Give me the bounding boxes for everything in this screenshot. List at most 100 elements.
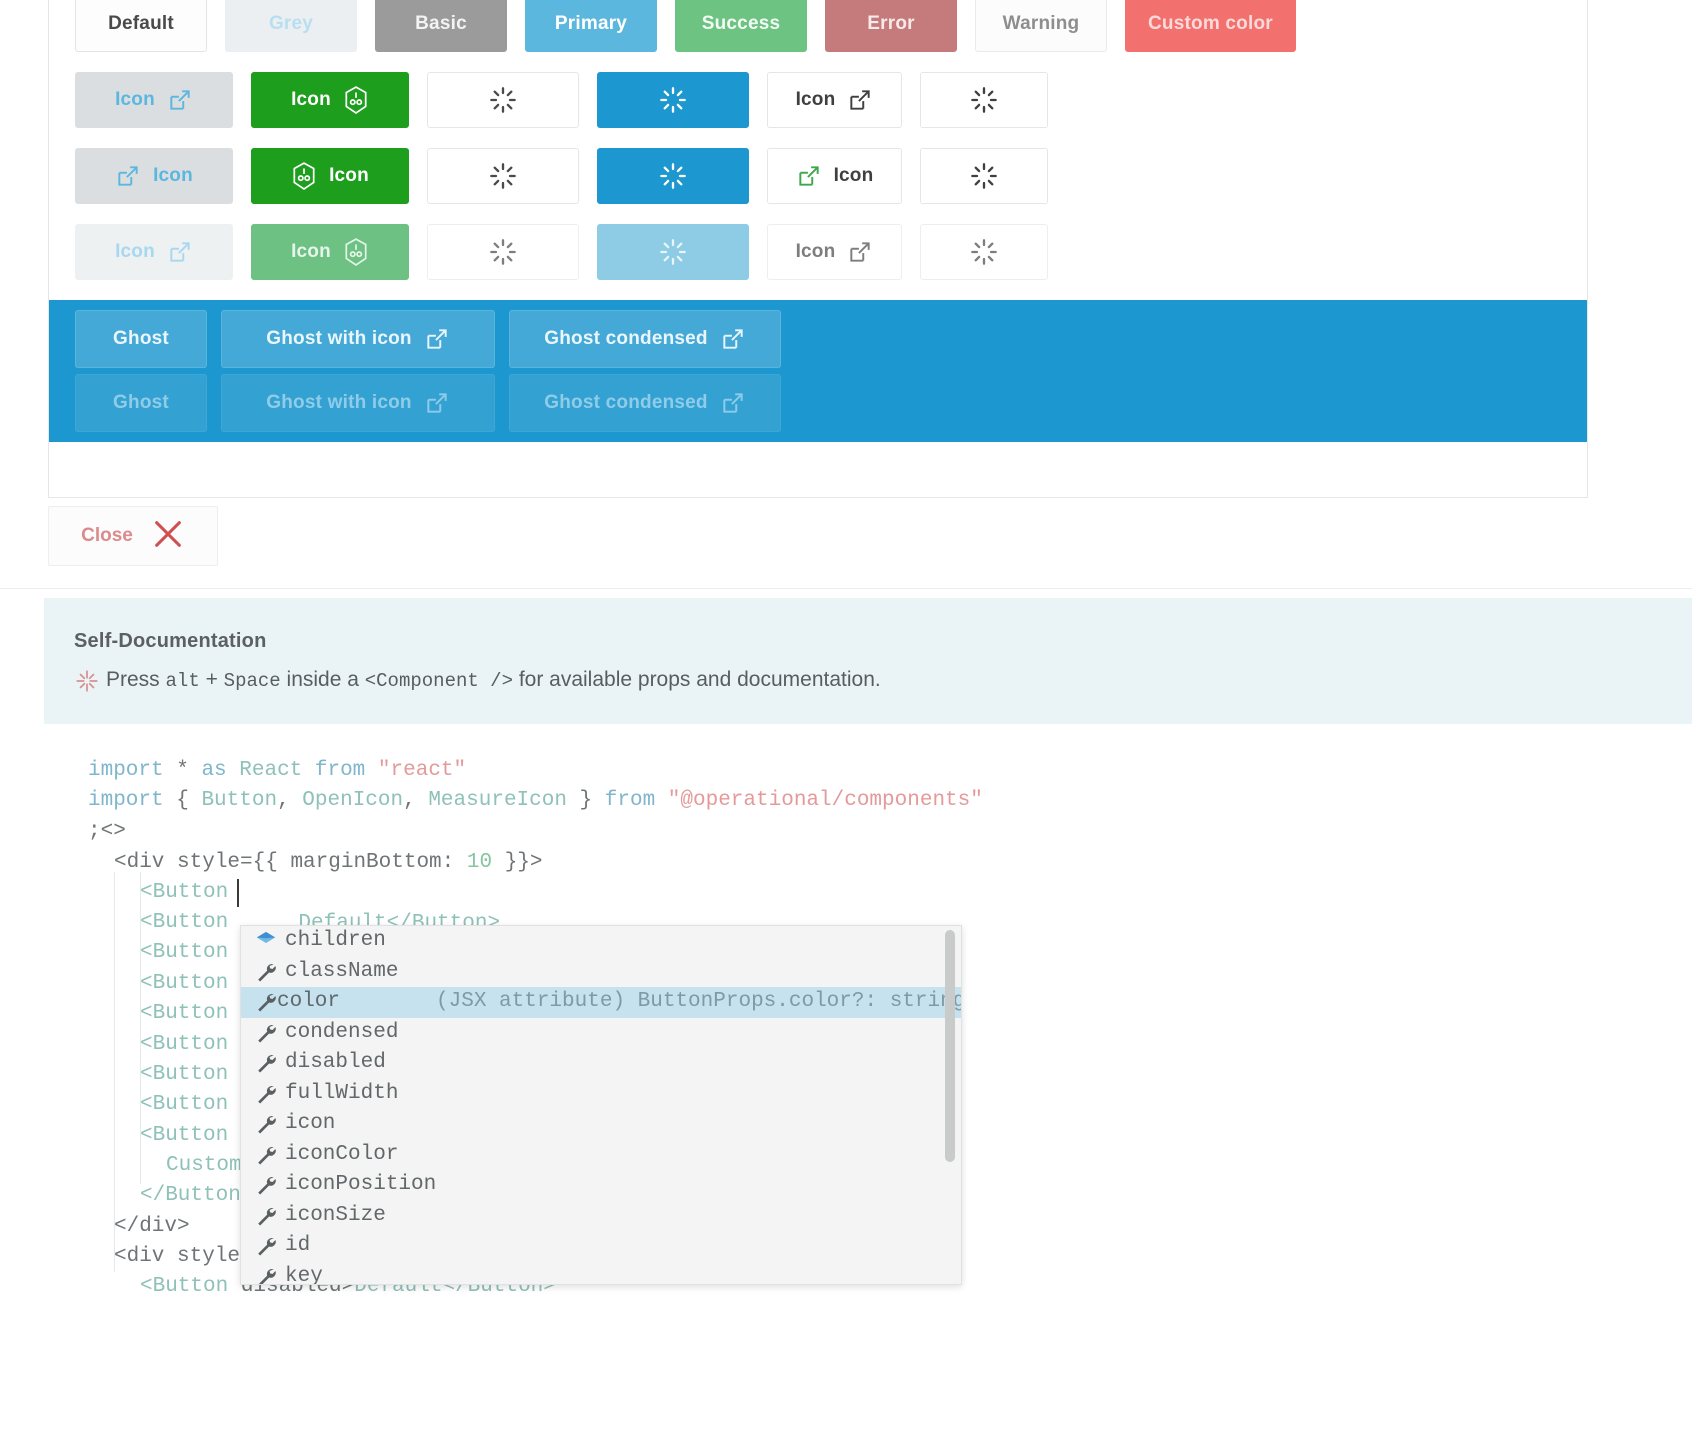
button-ghost-condensed[interactable]: Ghost condensed [509, 310, 781, 368]
button-icon-left-grey[interactable]: Icon [75, 148, 233, 204]
autocomplete-item[interactable]: className [241, 957, 961, 988]
wrench-icon [255, 1022, 285, 1044]
code-token: as [201, 759, 227, 782]
button-icon-grey-disabled[interactable]: Icon [75, 224, 233, 280]
button-spinner-outline-disabled[interactable] [920, 224, 1048, 280]
autocomplete-item[interactable]: condensed [241, 1018, 961, 1049]
autocomplete-item-label: color [277, 990, 341, 1013]
button-icon-outline-disabled[interactable]: Icon [767, 224, 902, 280]
button-icon-left-outline[interactable]: Icon [767, 148, 902, 204]
button-icon-left-green[interactable]: Icon [251, 148, 409, 204]
close-button[interactable]: Close [48, 506, 218, 566]
code-token: { [163, 789, 202, 812]
autocomplete-item[interactable]: disabled [241, 1048, 961, 1079]
autocomplete-item[interactable]: children [241, 926, 961, 957]
button-icon-green-disabled[interactable]: Icon [251, 224, 409, 280]
button-grey[interactable]: Grey [225, 0, 357, 52]
button-primary[interactable]: Primary [525, 0, 657, 52]
autocomplete-item-label: children [285, 929, 386, 952]
autocomplete-popup[interactable]: children className color (JSX attribute) Bu… [240, 925, 962, 1285]
open-external-icon [167, 87, 193, 113]
code-token: ;<> [88, 820, 126, 843]
code-token: }}> [492, 851, 543, 874]
sparkle-icon [74, 668, 100, 694]
code-line: <div style={{ marginBottom: 10 }}> [114, 848, 543, 879]
button-default[interactable]: Default [75, 0, 207, 52]
button-ghost-with-icon[interactable]: Ghost with icon [221, 310, 495, 368]
code-token: <Button [140, 1124, 229, 1147]
code-token: OpenIcon [302, 789, 404, 812]
children-icon [255, 930, 285, 952]
button-label: Ghost condensed [544, 328, 708, 349]
button-label: Custom color [1148, 13, 1273, 34]
button-spinner-white[interactable] [427, 72, 579, 128]
autocomplete-item[interactable]: icon [241, 1109, 961, 1140]
code-token: <Button [140, 1093, 229, 1116]
open-external-icon [424, 326, 450, 352]
autocomplete-item[interactable]: color (JSX attribute) ButtonProps.color?:… [241, 987, 961, 1018]
code-token: <Button [140, 1275, 229, 1298]
code-token: import [88, 759, 164, 782]
code-token: Custom [166, 1154, 242, 1177]
wrench-icon [255, 1266, 285, 1284]
button-ghost[interactable]: Ghost [75, 310, 207, 368]
button-spinner-blue[interactable] [597, 72, 749, 128]
code-editor[interactable]: import * as React from "react" import { B… [0, 748, 1692, 1430]
measure-icon [291, 162, 317, 190]
autocomplete-item-label: icon [285, 1112, 336, 1135]
button-spinner-blue-2[interactable] [597, 148, 749, 204]
button-spinner-outline[interactable] [920, 72, 1048, 128]
close-icon [151, 517, 185, 556]
button-icon-outline[interactable]: Icon [767, 72, 902, 128]
code-token: <div style={{ [114, 851, 291, 874]
button-basic[interactable]: Basic [375, 0, 507, 52]
autocomplete-item[interactable]: iconColor [241, 1140, 961, 1171]
button-icon-green[interactable]: Icon [251, 72, 409, 128]
code-token: Button [201, 789, 278, 812]
button-success[interactable]: Success [675, 0, 807, 52]
ghost-row-1: Ghost Ghost with icon Ghost condensed [49, 310, 1577, 368]
autocomplete-item[interactable]: fullWidth [241, 1079, 961, 1110]
autocomplete-item-label: className [285, 959, 399, 983]
code-token: import [88, 789, 164, 812]
button-spinner-outline-2[interactable] [920, 148, 1048, 204]
autocomplete-item[interactable]: id [241, 1231, 961, 1262]
section-divider [0, 588, 1692, 589]
code-token: marginBottom [290, 851, 442, 874]
autocomplete-item-label: disabled [285, 1051, 386, 1074]
autocomplete-item-label: condensed [285, 1020, 399, 1044]
selfdoc-mid: inside a [280, 668, 365, 691]
button-ghost-disabled[interactable]: Ghost [75, 374, 207, 432]
button-warning[interactable]: Warning [975, 0, 1107, 52]
open-external-icon [167, 239, 193, 265]
code-token: <Button [140, 881, 229, 904]
button-spinner-white-disabled[interactable] [427, 224, 579, 280]
button-custom-color[interactable]: Custom color [1125, 0, 1296, 52]
button-label: Primary [554, 13, 628, 34]
autocomplete-item-label: iconPosition [285, 1173, 437, 1196]
button-spinner-blue-disabled[interactable] [597, 224, 749, 280]
button-ghost-condensed-disabled[interactable]: Ghost condensed [509, 374, 781, 432]
button-label: Success [701, 13, 781, 34]
button-error[interactable]: Error [825, 0, 957, 52]
wrench-icon [255, 1052, 285, 1074]
autocomplete-item-detail: (JSX attribute) ButtonProps.color?: stri… [436, 990, 962, 1013]
autocomplete-item[interactable]: iconSize [241, 1201, 961, 1232]
button-ghost-with-icon-disabled[interactable]: Ghost with icon [221, 374, 495, 432]
autocomplete-item[interactable]: iconPosition [241, 1170, 961, 1201]
button-showcase-panel: Default Grey Basic Primary Success Error… [48, 0, 1588, 498]
code-line: <Button [140, 938, 228, 969]
button-label: Grey [268, 13, 314, 34]
autocomplete-scrollbar-thumb[interactable] [945, 930, 955, 1162]
autocomplete-list[interactable]: children className color (JSX attribute) Bu… [241, 926, 961, 1285]
open-external-icon [796, 163, 822, 189]
autocomplete-item[interactable]: key [241, 1262, 961, 1285]
button-label: Icon [291, 89, 331, 110]
autocomplete-item-label: key [285, 1264, 323, 1285]
button-spinner-white-2[interactable] [427, 148, 579, 204]
button-icon-grey[interactable]: Icon [75, 72, 233, 128]
spinner-icon [970, 238, 998, 266]
selfdoc-plus: + [199, 668, 224, 691]
